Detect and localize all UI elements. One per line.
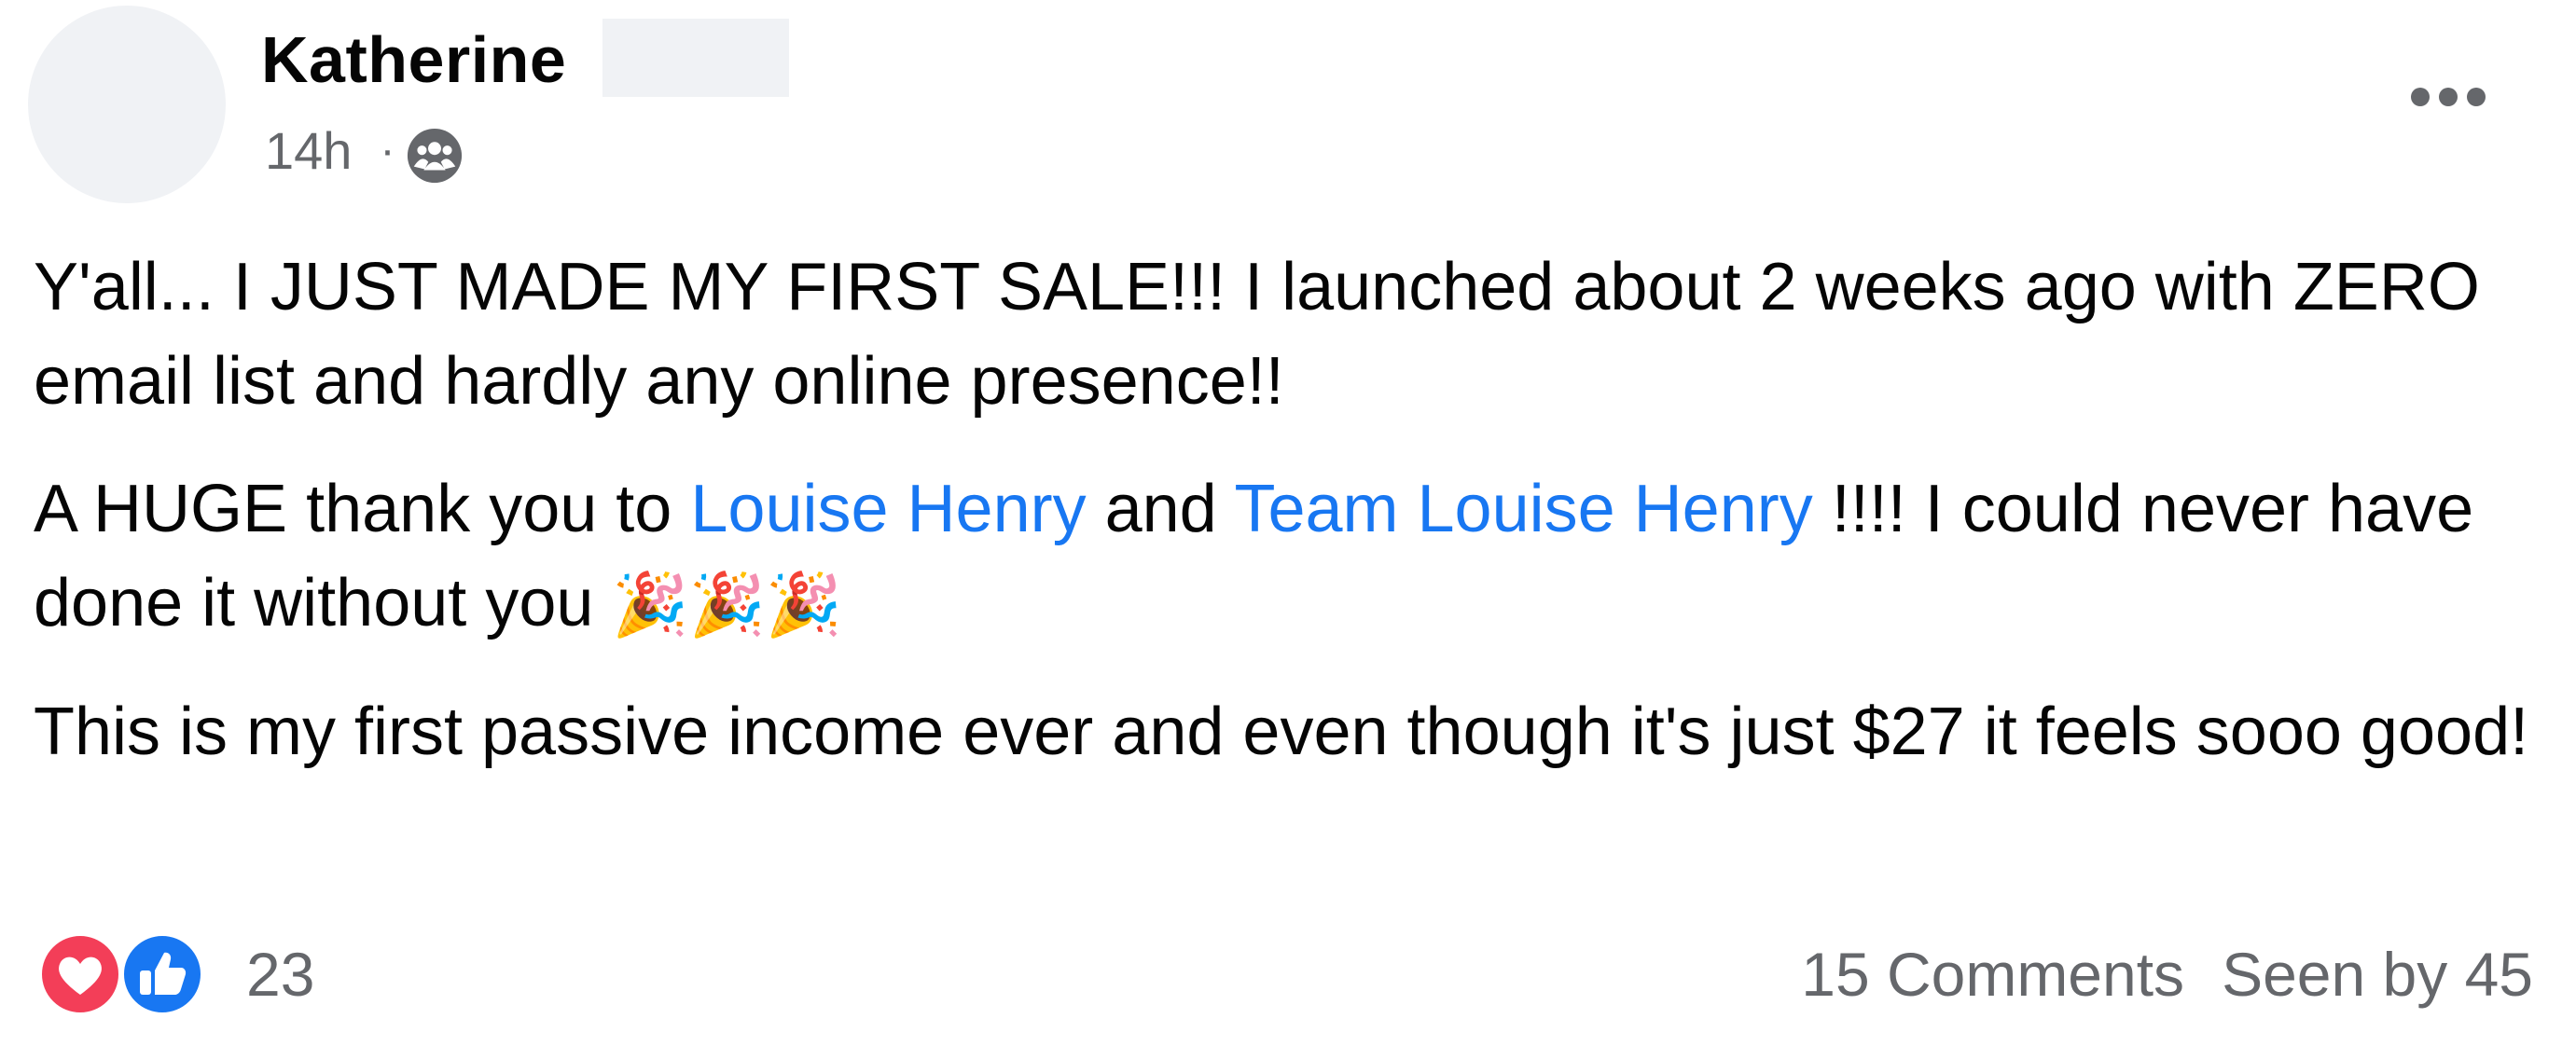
post-paragraph-2: A HUGE thank you to Louise Henry and Tea…: [34, 462, 2552, 652]
post-timestamp[interactable]: 14h: [265, 120, 352, 181]
more-options-button[interactable]: [2397, 69, 2500, 125]
party-popper-emojis: 🎉🎉🎉: [612, 570, 842, 639]
reactions-summary[interactable]: 23: [35, 923, 314, 1025]
avatar[interactable]: [28, 6, 226, 203]
more-horizontal-icon: [2411, 88, 2486, 106]
like-reaction-icon: [118, 930, 206, 1018]
post-body: Y'all... I JUST MADE MY FIRST SALE!!! I …: [34, 241, 2552, 813]
seen-by-count[interactable]: Seen by 45: [2222, 939, 2533, 1010]
post-paragraph-1: Y'all... I JUST MADE MY FIRST SALE!!! I …: [34, 250, 2480, 419]
post-meta: 14h ·: [265, 117, 464, 185]
mention-louise-henry[interactable]: Louise Henry: [690, 472, 1086, 546]
author-name[interactable]: Katherine: [261, 21, 566, 99]
post-text: A HUGE thank you to: [34, 472, 691, 546]
post-card: Katherine 14h · Y'all... I JUST MADE MY …: [0, 0, 2576, 1046]
post-text: and: [1086, 472, 1235, 546]
heart-reaction-icon: [36, 930, 124, 1018]
comments-count-link[interactable]: 15 Comments: [1801, 939, 2184, 1010]
post-paragraph-3: This is my first passive income ever and…: [34, 695, 2529, 769]
post-stats: 15 Comments Seen by 45: [1801, 923, 2533, 1025]
mention-team-louise-henry[interactable]: Team Louise Henry: [1234, 472, 1812, 546]
meta-separator: ·: [380, 125, 395, 175]
group-icon[interactable]: [406, 127, 464, 185]
reaction-count[interactable]: 23: [246, 939, 314, 1010]
name-redaction: [602, 19, 789, 97]
